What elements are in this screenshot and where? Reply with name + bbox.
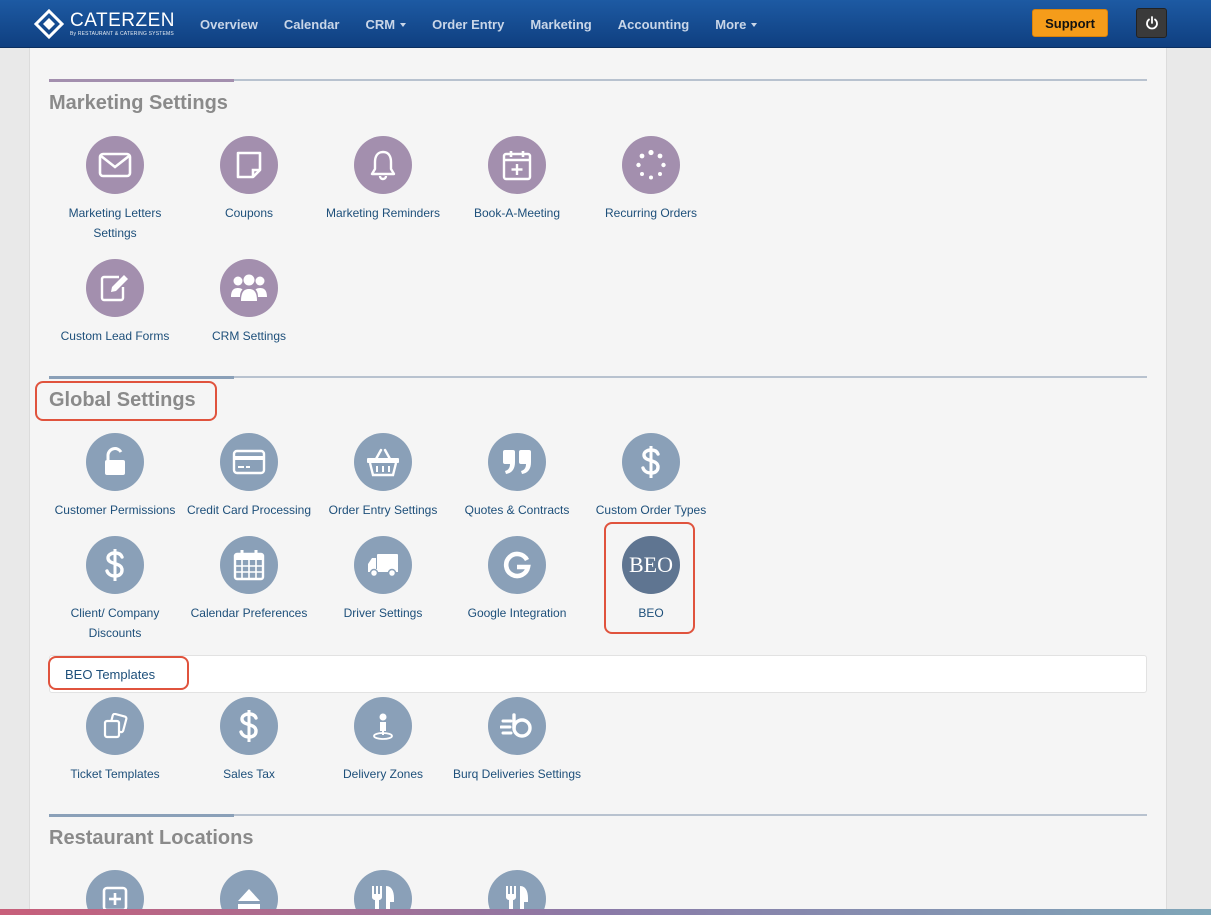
dollar-icon <box>220 697 278 755</box>
support-button[interactable]: Support <box>1032 9 1108 37</box>
nav-crm[interactable]: CRM <box>365 17 407 32</box>
tile-driver-settings[interactable]: Driver Settings <box>316 536 450 623</box>
tile-custom-lead-forms[interactable]: Custom Lead Forms <box>48 259 182 346</box>
caret-down-icon <box>400 23 407 28</box>
tile-coupons[interactable]: Coupons <box>182 136 316 223</box>
tile-crm-settings[interactable]: CRM Settings <box>182 259 316 346</box>
section-divider <box>49 376 1147 379</box>
tile-burq-deliveries-settings[interactable]: Burq Deliveries Settings <box>450 697 584 784</box>
logo-name: CATERZEN <box>70 10 175 31</box>
google-icon <box>488 536 546 594</box>
users-icon <box>220 259 278 317</box>
bell-icon <box>354 136 412 194</box>
tile-label: Delivery Zones <box>342 767 424 781</box>
main-nav: Overview Calendar CRM Order Entry Market… <box>200 0 783 48</box>
tile-marketing-reminders[interactable]: Marketing Reminders <box>316 136 450 223</box>
note-icon <box>220 136 278 194</box>
beo-templates-bar: BEO Templates <box>49 655 1147 693</box>
tile-label: Ticket Templates <box>70 767 160 781</box>
highlight-box <box>35 381 217 421</box>
tile-label: Sales Tax <box>223 767 275 781</box>
tile-google-integration[interactable]: Google Integration <box>450 536 584 623</box>
burq-icon <box>488 697 546 755</box>
tile-sales-tax[interactable]: Sales Tax <box>182 697 316 784</box>
unlock-icon <box>86 433 144 491</box>
tile-label: Marketing Reminders <box>325 206 441 220</box>
dollar-icon <box>622 433 680 491</box>
credit-card-icon <box>220 433 278 491</box>
caret-down-icon <box>751 23 758 28</box>
tile-calendar-preferences[interactable]: Calendar Preferences <box>182 536 316 623</box>
nav-more[interactable]: More <box>715 17 758 32</box>
power-icon <box>1145 16 1158 30</box>
tile-label: Custom Order Types <box>595 503 707 517</box>
tile-label: Coupons <box>224 206 274 220</box>
tile-quotes-contracts[interactable]: Quotes & Contracts <box>450 433 584 520</box>
highlight-box <box>48 656 189 690</box>
spinner-icon <box>622 136 680 194</box>
dollar-icon <box>86 536 144 594</box>
quote-icon <box>488 433 546 491</box>
tile-label: Custom Lead Forms <box>60 329 170 343</box>
restaurant-locations-title: Restaurant Locations <box>49 827 254 849</box>
tile-client-company-discounts[interactable]: Client/ Company Discounts <box>48 536 182 643</box>
calendar-icon <box>220 536 278 594</box>
copy-icon <box>86 697 144 755</box>
highlight-box <box>604 522 695 634</box>
edit-icon <box>86 259 144 317</box>
nav-overview[interactable]: Overview <box>200 17 258 32</box>
tile-label: Customer Permissions <box>54 503 176 517</box>
caterzen-logo[interactable]: CATERZEN By RESTAURANT & CATERING SYSTEM… <box>33 8 175 40</box>
map-pin-icon <box>354 697 412 755</box>
tile-label: Client/ Company Discounts <box>70 606 160 640</box>
section-divider <box>49 814 1147 817</box>
nav-order-entry[interactable]: Order Entry <box>432 17 504 32</box>
logo-subtitle: By RESTAURANT & CATERING SYSTEMS <box>70 31 174 37</box>
tile-label: Recurring Orders <box>604 206 698 220</box>
tile-label: Google Integration <box>467 606 567 620</box>
tile-label: Driver Settings <box>343 606 423 620</box>
basket-icon <box>354 433 412 491</box>
tile-label: Order Entry Settings <box>328 503 438 517</box>
nav-calendar[interactable]: Calendar <box>284 17 340 32</box>
logo-diamond-icon <box>33 8 65 40</box>
tile-marketing-letters-settings[interactable]: Marketing Letters Settings <box>48 136 182 243</box>
tile-label: Burq Deliveries Settings <box>452 767 582 781</box>
tile-label: CRM Settings <box>211 329 287 343</box>
bottom-color-bar <box>0 909 1211 915</box>
tile-ticket-templates[interactable]: Ticket Templates <box>48 697 182 784</box>
tile-customer-permissions[interactable]: Customer Permissions <box>48 433 182 520</box>
nav-accounting[interactable]: Accounting <box>618 17 690 32</box>
tile-order-entry-settings[interactable]: Order Entry Settings <box>316 433 450 520</box>
envelope-icon <box>86 136 144 194</box>
top-navbar: CATERZEN By RESTAURANT & CATERING SYSTEM… <box>0 0 1211 48</box>
tile-label: Calendar Preferences <box>190 606 308 620</box>
calendar-plus-icon <box>488 136 546 194</box>
truck-icon <box>354 536 412 594</box>
nav-marketing[interactable]: Marketing <box>530 17 591 32</box>
tile-recurring-orders[interactable]: Recurring Orders <box>584 136 718 223</box>
tile-custom-order-types[interactable]: Custom Order Types <box>584 433 718 520</box>
tile-label: Quotes & Contracts <box>464 503 570 517</box>
tile-delivery-zones[interactable]: Delivery Zones <box>316 697 450 784</box>
tile-book-a-meeting[interactable]: Book-A-Meeting <box>450 136 584 223</box>
tile-credit-card-processing[interactable]: Credit Card Processing <box>182 433 316 520</box>
section-divider <box>49 79 1147 82</box>
tile-label: Marketing Letters Settings <box>68 206 162 240</box>
marketing-settings-title: Marketing Settings <box>49 92 228 114</box>
tile-label: Credit Card Processing <box>186 503 312 517</box>
logout-button[interactable] <box>1136 8 1167 38</box>
tile-label: Book-A-Meeting <box>473 206 561 220</box>
